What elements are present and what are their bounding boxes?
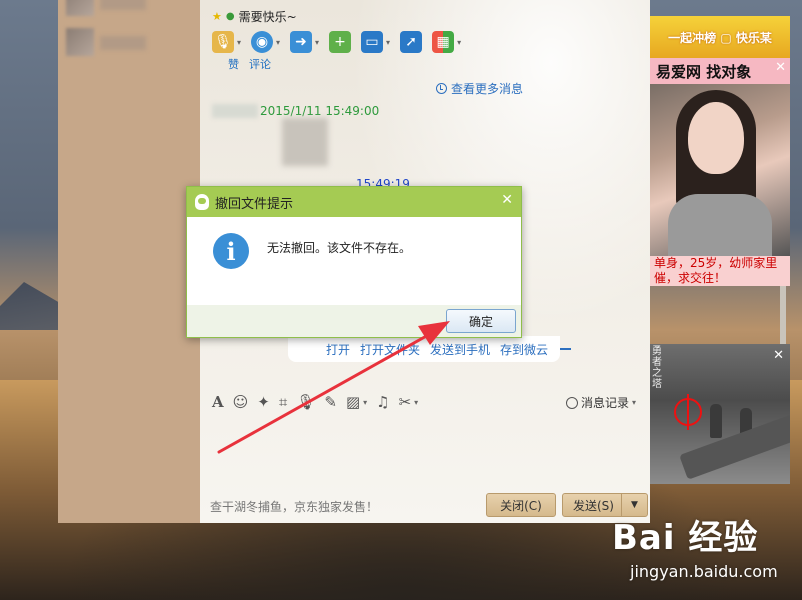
clock-icon [436, 83, 447, 94]
more-messages-link[interactable]: 查看更多消息 [436, 80, 523, 97]
microphone-icon: 🎙 [212, 31, 234, 53]
contact-item[interactable] [64, 0, 194, 18]
chevron-down-icon[interactable]: ▾ [457, 38, 461, 47]
dating-ad[interactable]: 一起冲榜 ▢ 快乐某 易爱网 找对象 ✕ 单身，25岁，幼师家里催，求交往！ [650, 16, 790, 286]
chat-toolbar: 🎙 ▾ ◉ ▾ ➜ ▾ + ▭ ▾ ➚ ▦ ▾ [212, 28, 471, 56]
dialog-message: 无法撤回。该文件不存在。 [267, 241, 412, 255]
avatar [66, 28, 94, 56]
chevron-down-icon: ▾ [631, 398, 636, 407]
message-actions: 赞 评论 [228, 56, 271, 72]
ad-caption: 单身，25岁，幼师家里催，求交往！ [650, 256, 790, 286]
file-transfer-button[interactable]: ➜ ▾ [290, 31, 319, 53]
save-to-weiyun-link[interactable]: 存到微云 [500, 341, 548, 358]
clock-icon [565, 396, 578, 409]
dialog-title: 撤回文件提示 [215, 196, 294, 212]
game-weapon [679, 414, 790, 480]
open-folder-link[interactable]: 打开文件夹 [360, 341, 420, 358]
chevron-down-icon[interactable]: ▾ [276, 38, 280, 47]
emoji-icon[interactable]: ☺ [233, 393, 249, 411]
remote-desktop-button[interactable]: ▭ ▾ [361, 31, 390, 53]
chat-title[interactable]: 需要快乐~ [239, 8, 297, 25]
scissors-icon[interactable]: ✂ [399, 393, 412, 411]
open-file-link[interactable]: 打开 [326, 341, 350, 358]
qq-logo-icon [195, 194, 209, 210]
chevron-down-icon[interactable]: ▾ [237, 38, 241, 47]
share-screen-button[interactable]: ➚ [400, 31, 423, 53]
magic-icon[interactable]: ✦ [257, 393, 270, 411]
input-toolbar: A ☺ ✦ ⌗ 🎙 ✎ ▨ ▾ ♫ ✂ ▾ 消息记录 ▾ [212, 390, 642, 414]
close-icon[interactable]: ✕ [501, 192, 513, 208]
chevron-down-icon[interactable]: ▾ [414, 398, 418, 407]
close-button[interactable]: 关闭(C) [486, 493, 556, 517]
file-message-actions: 打开 打开文件夹 发送到手机 存到微云 [288, 336, 572, 362]
share-screen-icon: ➚ [400, 31, 423, 53]
game-logo: 勇者之塔 [652, 346, 662, 390]
font-icon[interactable]: A [212, 393, 224, 411]
star-icon[interactable]: ★ [212, 10, 222, 23]
comment-link[interactable]: 评论 [249, 56, 271, 72]
contact-name-blurred [100, 36, 146, 50]
chevron-down-icon[interactable]: ▾ [386, 38, 390, 47]
info-icon: i [213, 233, 249, 269]
file-transfer-icon: ➜ [290, 31, 313, 53]
voice-icon[interactable]: 🎙 [296, 393, 315, 411]
message-history-button[interactable]: 消息记录 ▾ [565, 394, 636, 411]
crosshair-icon [674, 394, 702, 430]
add-member-icon: + [329, 31, 352, 53]
message-content-blurred [282, 118, 328, 166]
image-icon[interactable]: ▨ [346, 393, 360, 411]
close-icon[interactable]: ✕ [773, 348, 784, 363]
status-icon: ● [225, 10, 235, 22]
ad-photo [650, 84, 790, 256]
screenshot-icon[interactable]: ⌗ [279, 393, 287, 411]
game-ad[interactable]: 勇者之塔 ✕ [650, 344, 790, 484]
desktop-hills [0, 282, 60, 330]
watermark-url: jingyan.baidu.com [630, 562, 778, 581]
remote-desktop-icon: ▭ [361, 31, 384, 53]
chat-title-row: ★ ● 需要快乐~ [212, 8, 297, 24]
add-member-button[interactable]: + [329, 31, 352, 53]
voice-call-button[interactable]: 🎙 ▾ [212, 31, 241, 53]
contact-name-blurred [100, 0, 146, 10]
apps-button[interactable]: ▦ ▾ [432, 31, 461, 53]
like-link[interactable]: 赞 [228, 56, 239, 72]
dialog-titlebar: 撤回文件提示 ✕ [187, 187, 521, 217]
ad-header: 易爱网 找对象 [650, 58, 790, 84]
video-icon: ◉ [251, 31, 274, 53]
sender-name-blurred [212, 104, 258, 118]
contact-item[interactable] [64, 28, 194, 58]
music-icon[interactable]: ♫ [376, 393, 389, 411]
chevron-down-icon[interactable]: ▾ [315, 38, 319, 47]
video-call-button[interactable]: ◉ ▾ [251, 31, 280, 53]
withdraw-file-dialog: 撤回文件提示 ✕ i 无法撤回。该文件不存在。 确定 [186, 186, 522, 338]
baidu-jingyan-watermark: Bai 经验 [612, 518, 759, 558]
ad-banner: 一起冲榜 ▢ 快乐某 [650, 16, 790, 58]
ad-photo-shirt [668, 194, 772, 256]
send-to-phone-link[interactable]: 发送到手机 [430, 341, 490, 358]
history-label: 消息记录 [580, 396, 629, 410]
ad-photo-face [688, 102, 744, 174]
more-messages-label: 查看更多消息 [451, 82, 524, 96]
game-figure [710, 404, 722, 438]
edit-icon[interactable]: ✎ [324, 393, 337, 411]
send-label: 发送(S) [573, 498, 614, 513]
close-icon[interactable]: ✕ [775, 60, 786, 75]
ok-button[interactable]: 确定 [446, 309, 516, 333]
contact-list [58, 0, 200, 523]
apps-icon: ▦ [432, 31, 455, 53]
chevron-down-icon[interactable]: ▾ [363, 398, 367, 407]
message-timestamp: 2015/1/11 15:49:00 [260, 104, 380, 118]
avatar [66, 0, 94, 16]
ad-link[interactable]: 查干湖冬捕鱼，京东独家发售！ [210, 498, 378, 515]
